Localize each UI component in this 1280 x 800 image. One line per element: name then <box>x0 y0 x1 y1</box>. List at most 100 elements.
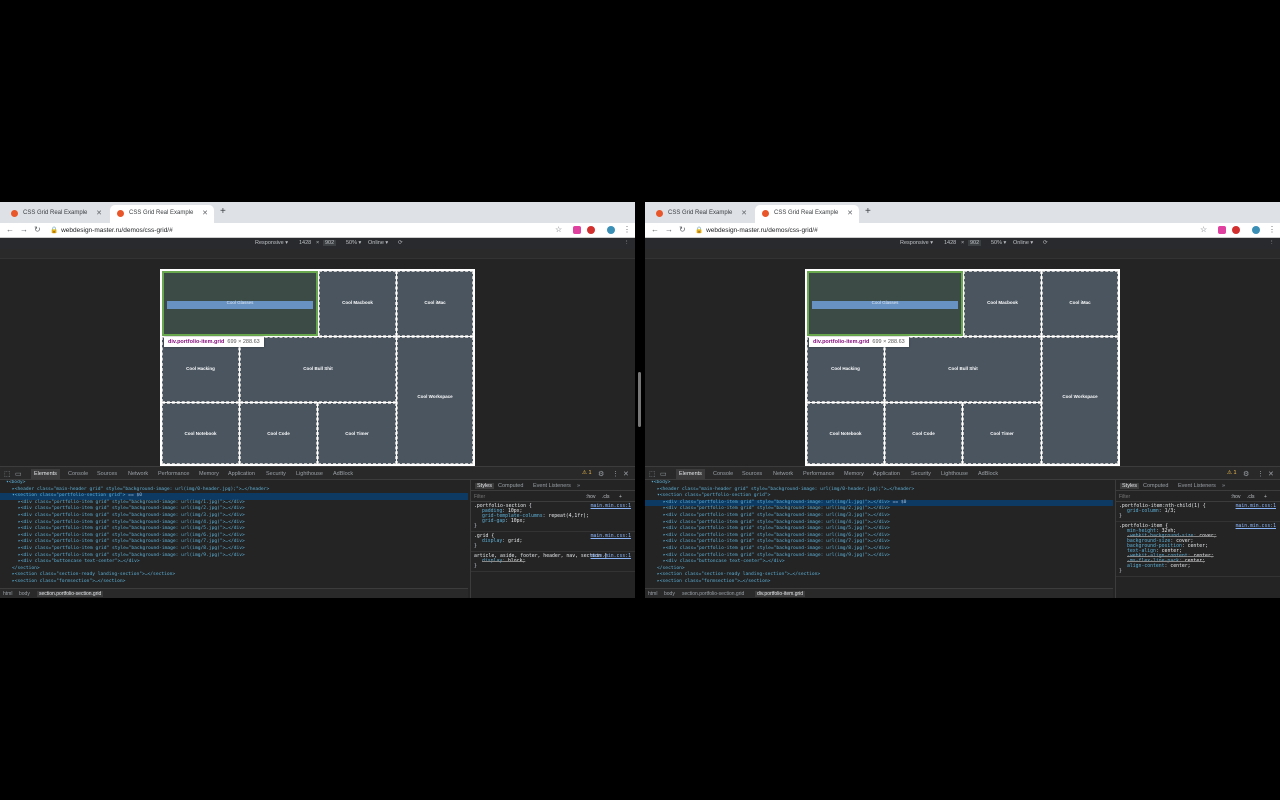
viewport-height-input[interactable]: 902 <box>323 240 337 246</box>
dom-tree-node[interactable]: ▸<div class="portfolio-item grid" style=… <box>645 539 1113 546</box>
rule-source-link[interactable]: main.min.css:1 <box>591 504 631 509</box>
tab-lighthouse[interactable]: Lighthouse <box>941 471 968 477</box>
menu-kebab-icon[interactable]: ⋮ <box>623 225 631 234</box>
viewport-height-input[interactable]: 902 <box>968 240 982 246</box>
browser-tab-active[interactable]: CSS Grid Real Example ✕ <box>755 205 859 223</box>
device-toolbar-menu-icon[interactable]: ⋮ <box>624 240 630 246</box>
tab-adblock[interactable]: AdBlock <box>333 471 353 477</box>
breadcrumb-item[interactable]: body <box>19 591 30 597</box>
opera-extension-icon[interactable] <box>1232 226 1240 234</box>
breadcrumb-item[interactable]: html <box>3 591 12 597</box>
settings-gear-icon[interactable]: ⚙ <box>1243 470 1249 478</box>
bookmark-star-icon[interactable]: ☆ <box>1200 225 1207 234</box>
portfolio-item[interactable]: Cool Macbook <box>319 271 396 336</box>
portfolio-item[interactable]: Cool Workspace <box>1042 337 1118 464</box>
dom-tree-node[interactable]: ▸<div class="portfolio-item grid" style=… <box>645 546 1113 553</box>
responsive-dropdown[interactable]: Responsive ▾ <box>255 240 288 246</box>
dom-tree-node[interactable]: ▸<section class="formsection">…</section… <box>0 579 468 586</box>
dom-tree-node[interactable]: ▸<div class="portfolio-item grid" style=… <box>0 546 468 553</box>
dom-tree-node[interactable]: ▸<section class="section-ready landing-s… <box>0 572 468 579</box>
styles-subtab[interactable]: Event Listeners <box>1178 483 1216 489</box>
network-throttle-dropdown[interactable]: Online ▾ <box>368 240 388 246</box>
url-field[interactable]: 🔒 webdesign-master.ru/demos/css-grid/# <box>695 226 818 234</box>
devtools-menu-icon[interactable]: ⋮ <box>1257 470 1264 478</box>
device-toggle-icon[interactable]: ▭ <box>660 470 667 478</box>
browser-tab[interactable]: CSS Grid Real Example ✕ <box>4 205 108 223</box>
avatar[interactable] <box>1252 226 1260 234</box>
tab-sources[interactable]: Sources <box>97 471 117 477</box>
new-style-rule-button[interactable]: + <box>1264 494 1267 500</box>
rule-source-link[interactable]: main.min.css:1 <box>591 554 631 559</box>
rule-source-link[interactable]: main.min.css:1 <box>1236 524 1276 529</box>
styles-subtab[interactable]: Computed <box>498 483 523 489</box>
rotate-icon[interactable]: ⟳ <box>1043 240 1048 246</box>
browser-tab-active[interactable]: CSS Grid Real Example ✕ <box>110 205 214 223</box>
new-tab-icon[interactable]: + <box>220 206 226 217</box>
styles-subtab[interactable]: Event Listeners <box>533 483 571 489</box>
rule-source-link[interactable]: main.min.css:1 <box>1236 504 1276 509</box>
dom-tree-node[interactable]: ▾<body> <box>0 480 468 487</box>
dom-tree-node[interactable]: ▸<div class="portfolio-item grid" style=… <box>0 539 468 546</box>
tab-application[interactable]: Application <box>873 471 900 477</box>
extension-icon[interactable] <box>573 226 581 234</box>
portfolio-item[interactable]: Cool Timer <box>963 403 1041 464</box>
inspect-element-icon[interactable]: ⬚ <box>649 470 656 478</box>
responsive-dropdown[interactable]: Responsive ▾ <box>900 240 933 246</box>
tab-elements[interactable]: Elements <box>676 469 705 479</box>
portfolio-item[interactable]: Cool Timer <box>318 403 396 464</box>
tab-performance[interactable]: Performance <box>158 471 190 477</box>
dom-tree-node[interactable]: ▾<body> <box>645 480 1113 487</box>
menu-kebab-icon[interactable]: ⋮ <box>1268 225 1276 234</box>
tab-elements[interactable]: Elements <box>31 469 60 479</box>
tab-sources[interactable]: Sources <box>742 471 762 477</box>
url-field[interactable]: 🔒 webdesign-master.ru/demos/css-grid/# <box>50 226 173 234</box>
tab-network[interactable]: Network <box>773 471 793 477</box>
forward-icon[interactable]: → <box>20 225 28 234</box>
tab-console[interactable]: Console <box>713 471 733 477</box>
portfolio-item[interactable]: Cool Glasses <box>807 271 963 336</box>
scrollbar[interactable] <box>638 372 641 427</box>
back-icon[interactable]: ← <box>651 225 659 234</box>
network-throttle-dropdown[interactable]: Online ▾ <box>1013 240 1033 246</box>
portfolio-item[interactable]: Cool Notebook <box>807 403 884 464</box>
reload-icon[interactable]: ↻ <box>34 225 41 234</box>
breadcrumb-item[interactable]: section.portfolio-section.grid <box>37 591 104 597</box>
new-style-rule-button[interactable]: + <box>619 494 622 500</box>
hov-toggle[interactable]: :hov <box>1231 494 1240 500</box>
back-icon[interactable]: ← <box>6 225 14 234</box>
close-devtools-icon[interactable]: ✕ <box>1268 470 1274 478</box>
viewport-width-input[interactable]: 1428 <box>299 240 311 246</box>
breadcrumb-item[interactable]: body <box>664 591 675 597</box>
styles-subtab[interactable]: » <box>1222 483 1225 489</box>
styles-subtab[interactable]: Computed <box>1143 483 1168 489</box>
dom-tree-node[interactable]: ▸<section class="section-ready landing-s… <box>645 572 1113 579</box>
extension-icon[interactable] <box>1218 226 1226 234</box>
dom-tree-node[interactable]: ▾<section class="portfolio-section grid"… <box>645 493 1113 500</box>
dom-tree-node[interactable]: ▸<div class="portfolio-item grid" style=… <box>645 506 1113 513</box>
tab-memory[interactable]: Memory <box>199 471 219 477</box>
device-toolbar-menu-icon[interactable]: ⋮ <box>1269 240 1275 246</box>
dom-tree-node[interactable]: ▸<div class="portfolio-item grid" style=… <box>0 506 468 513</box>
portfolio-item[interactable]: Cool Macbook <box>964 271 1041 336</box>
warning-icon[interactable]: ⚠ 1 <box>1227 470 1237 476</box>
settings-gear-icon[interactable]: ⚙ <box>598 470 604 478</box>
tab-network[interactable]: Network <box>128 471 148 477</box>
portfolio-item[interactable]: Cool Notebook <box>162 403 239 464</box>
tab-memory[interactable]: Memory <box>844 471 864 477</box>
dom-tree-node[interactable]: ▸<div class="portfolio-item grid" style=… <box>0 513 468 520</box>
portfolio-item[interactable]: Cool Glasses <box>162 271 318 336</box>
dom-tree-node[interactable]: ▾<section class="portfolio-section grid"… <box>0 493 468 500</box>
tab-security[interactable]: Security <box>266 471 286 477</box>
portfolio-item[interactable]: Cool Code <box>240 403 317 464</box>
styles-filter-input[interactable]: Filter <box>1119 494 1130 500</box>
dom-tree-node[interactable]: ▸<div class="portfolio-item grid" style=… <box>0 526 468 533</box>
warning-icon[interactable]: ⚠ 1 <box>582 470 592 476</box>
viewport-width-input[interactable]: 1428 <box>944 240 956 246</box>
dom-tree-node[interactable]: ▸<div class="buttoncase text-center">…</… <box>0 559 468 566</box>
cls-toggle[interactable]: .cls <box>1247 494 1255 500</box>
breadcrumb-item[interactable]: html <box>648 591 657 597</box>
devtools-menu-icon[interactable]: ⋮ <box>612 470 619 478</box>
tab-adblock[interactable]: AdBlock <box>978 471 998 477</box>
browser-tab[interactable]: CSS Grid Real Example ✕ <box>649 205 753 223</box>
portfolio-item[interactable]: Cool Code <box>885 403 962 464</box>
